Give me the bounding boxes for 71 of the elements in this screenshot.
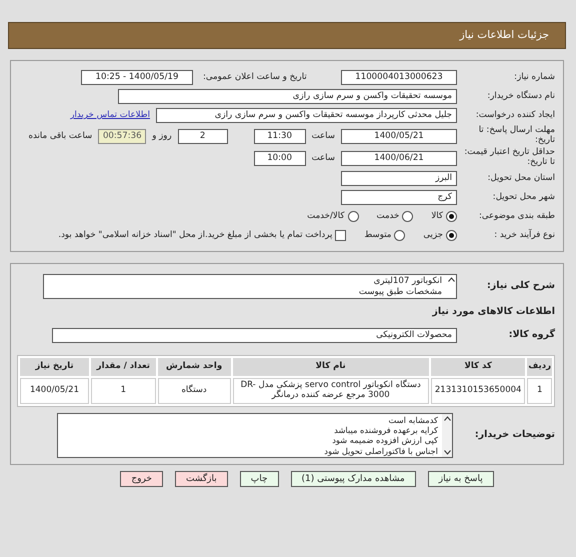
text-field[interactable]: 2 <box>178 128 228 144</box>
option-label: خدمت <box>376 210 400 223</box>
column-header: کد کالا <box>430 358 526 376</box>
text-field[interactable]: 10:00 <box>254 150 306 166</box>
checkbox[interactable] <box>335 230 346 241</box>
field-label: نوع فرآیند خرید : <box>493 230 555 240</box>
text-line: انکوباتور 107لیتری <box>372 276 442 287</box>
text-line: کدمشابه است <box>388 414 438 426</box>
timer-field[interactable]: 00:57:36 <box>98 128 146 144</box>
text-field[interactable]: کرج <box>341 190 457 205</box>
text-field[interactable]: 11:30 <box>254 128 306 144</box>
text-line: اجناس با فاکتوراصلی تحویل شود <box>323 446 438 456</box>
field-label: حداقل تاریخ اعتبار قیمت: تا تاریخ: <box>463 148 555 168</box>
action-button[interactable]: پاسخ به نیاز <box>428 471 494 488</box>
text-field[interactable]: 1400/05/19 - 10:25 <box>81 70 193 85</box>
option-label: جزیی <box>423 229 443 242</box>
radio-button[interactable] <box>446 210 457 222</box>
action-button[interactable]: بازگشت <box>175 471 228 488</box>
table-cell: 1 <box>90 378 156 404</box>
field-label: استان محل تحویل: <box>486 174 555 184</box>
field-label: گروه کالا: <box>508 330 555 341</box>
table-cell: 1400/05/21 <box>20 378 89 404</box>
panel-header: جزئیات اطلاعات نیاز <box>8 22 566 49</box>
column-header: تاریخ نیاز <box>20 358 89 376</box>
text-field[interactable]: محصولات الکترونیکی <box>52 328 457 343</box>
radio-button[interactable] <box>446 230 457 241</box>
field-label: نام دستگاه خریدار: <box>486 92 555 102</box>
field-label: شرح کلی نیاز: <box>486 281 555 292</box>
scroll-down-icon[interactable] <box>444 450 450 456</box>
field-label: توضیحات خریدار: <box>474 430 555 441</box>
action-button[interactable]: چاپ <box>240 471 279 488</box>
field-label: روز و <box>152 130 172 142</box>
option-label: کالا/خدمت <box>307 210 344 223</box>
text-field[interactable]: 1100004013000623 <box>341 70 457 85</box>
field-label: شهر محل تحویل: <box>492 192 555 202</box>
text-line: کرایه برعهده فروشنده میباشد <box>333 425 438 436</box>
text-line: مشخصات طبق پیوست <box>358 286 442 298</box>
field-label: شماره نیاز: <box>513 72 555 82</box>
action-button[interactable]: خروج <box>120 471 163 488</box>
table-cell: دستگاه <box>158 378 230 404</box>
field-label: تاریخ و ساعت اعلان عمومی: <box>202 71 308 84</box>
field-label: طبقه بندی موضوعی: <box>478 212 555 222</box>
contact-link[interactable]: اطلاعات تماس خریدار <box>70 109 150 122</box>
radio-button[interactable] <box>394 230 406 241</box>
checkbox-label: پرداخت تمام یا بخشی از مبلغ خرید.از محل "اسناد خزانه اسلامی" خواهد بود. <box>58 229 332 242</box>
column-header: نام کالا <box>232 358 429 376</box>
field-label: ساعت <box>312 130 335 142</box>
column-header: واحد شمارش <box>158 358 230 376</box>
text-field[interactable]: 1400/06/21 <box>341 150 457 166</box>
column-header: ردیف <box>527 358 552 376</box>
field-label: ساعت باقی مانده <box>28 130 92 142</box>
table-cell: 1 <box>527 378 552 404</box>
column-header: تعداد / مقدار <box>90 358 156 376</box>
text-field[interactable]: البرز <box>341 171 457 186</box>
text-field[interactable]: جلیل محدثی کارپرداز موسسه تحقیقات واکسن و سرم سازی رازی <box>156 108 457 123</box>
scroll-up-icon[interactable] <box>448 277 454 282</box>
text-field[interactable]: 1400/05/21 <box>341 128 457 144</box>
text-field[interactable]: موسسه تحقیقات واکسن و سرم سازی رازی <box>118 89 457 104</box>
scroll-up-icon[interactable] <box>444 416 450 421</box>
field-label: ساعت <box>312 152 335 164</box>
section-heading: اطلاعات کالاهای مورد نیاز <box>432 305 555 320</box>
field-label: مهلت ارسال پاسخ: تا تاریخ: <box>478 126 555 146</box>
option-label: کالا <box>431 210 443 223</box>
option-label: متوسط <box>364 229 392 242</box>
radio-button[interactable] <box>348 210 358 222</box>
table-cell: دستگاه انکوباتور servo control پزشکی مدل DR-3000 مرجع عرضه کننده درمانگر <box>232 378 429 404</box>
radio-button[interactable] <box>402 210 414 222</box>
table-cell: 2131310153650004 <box>430 378 526 404</box>
field-label: ایجاد کننده درخواست: <box>474 110 555 120</box>
action-button[interactable]: مشاهده مدارک پیوستی (1) <box>290 471 416 488</box>
text-line: کپی ارزش افزوده ضمیمه شود <box>331 435 438 446</box>
